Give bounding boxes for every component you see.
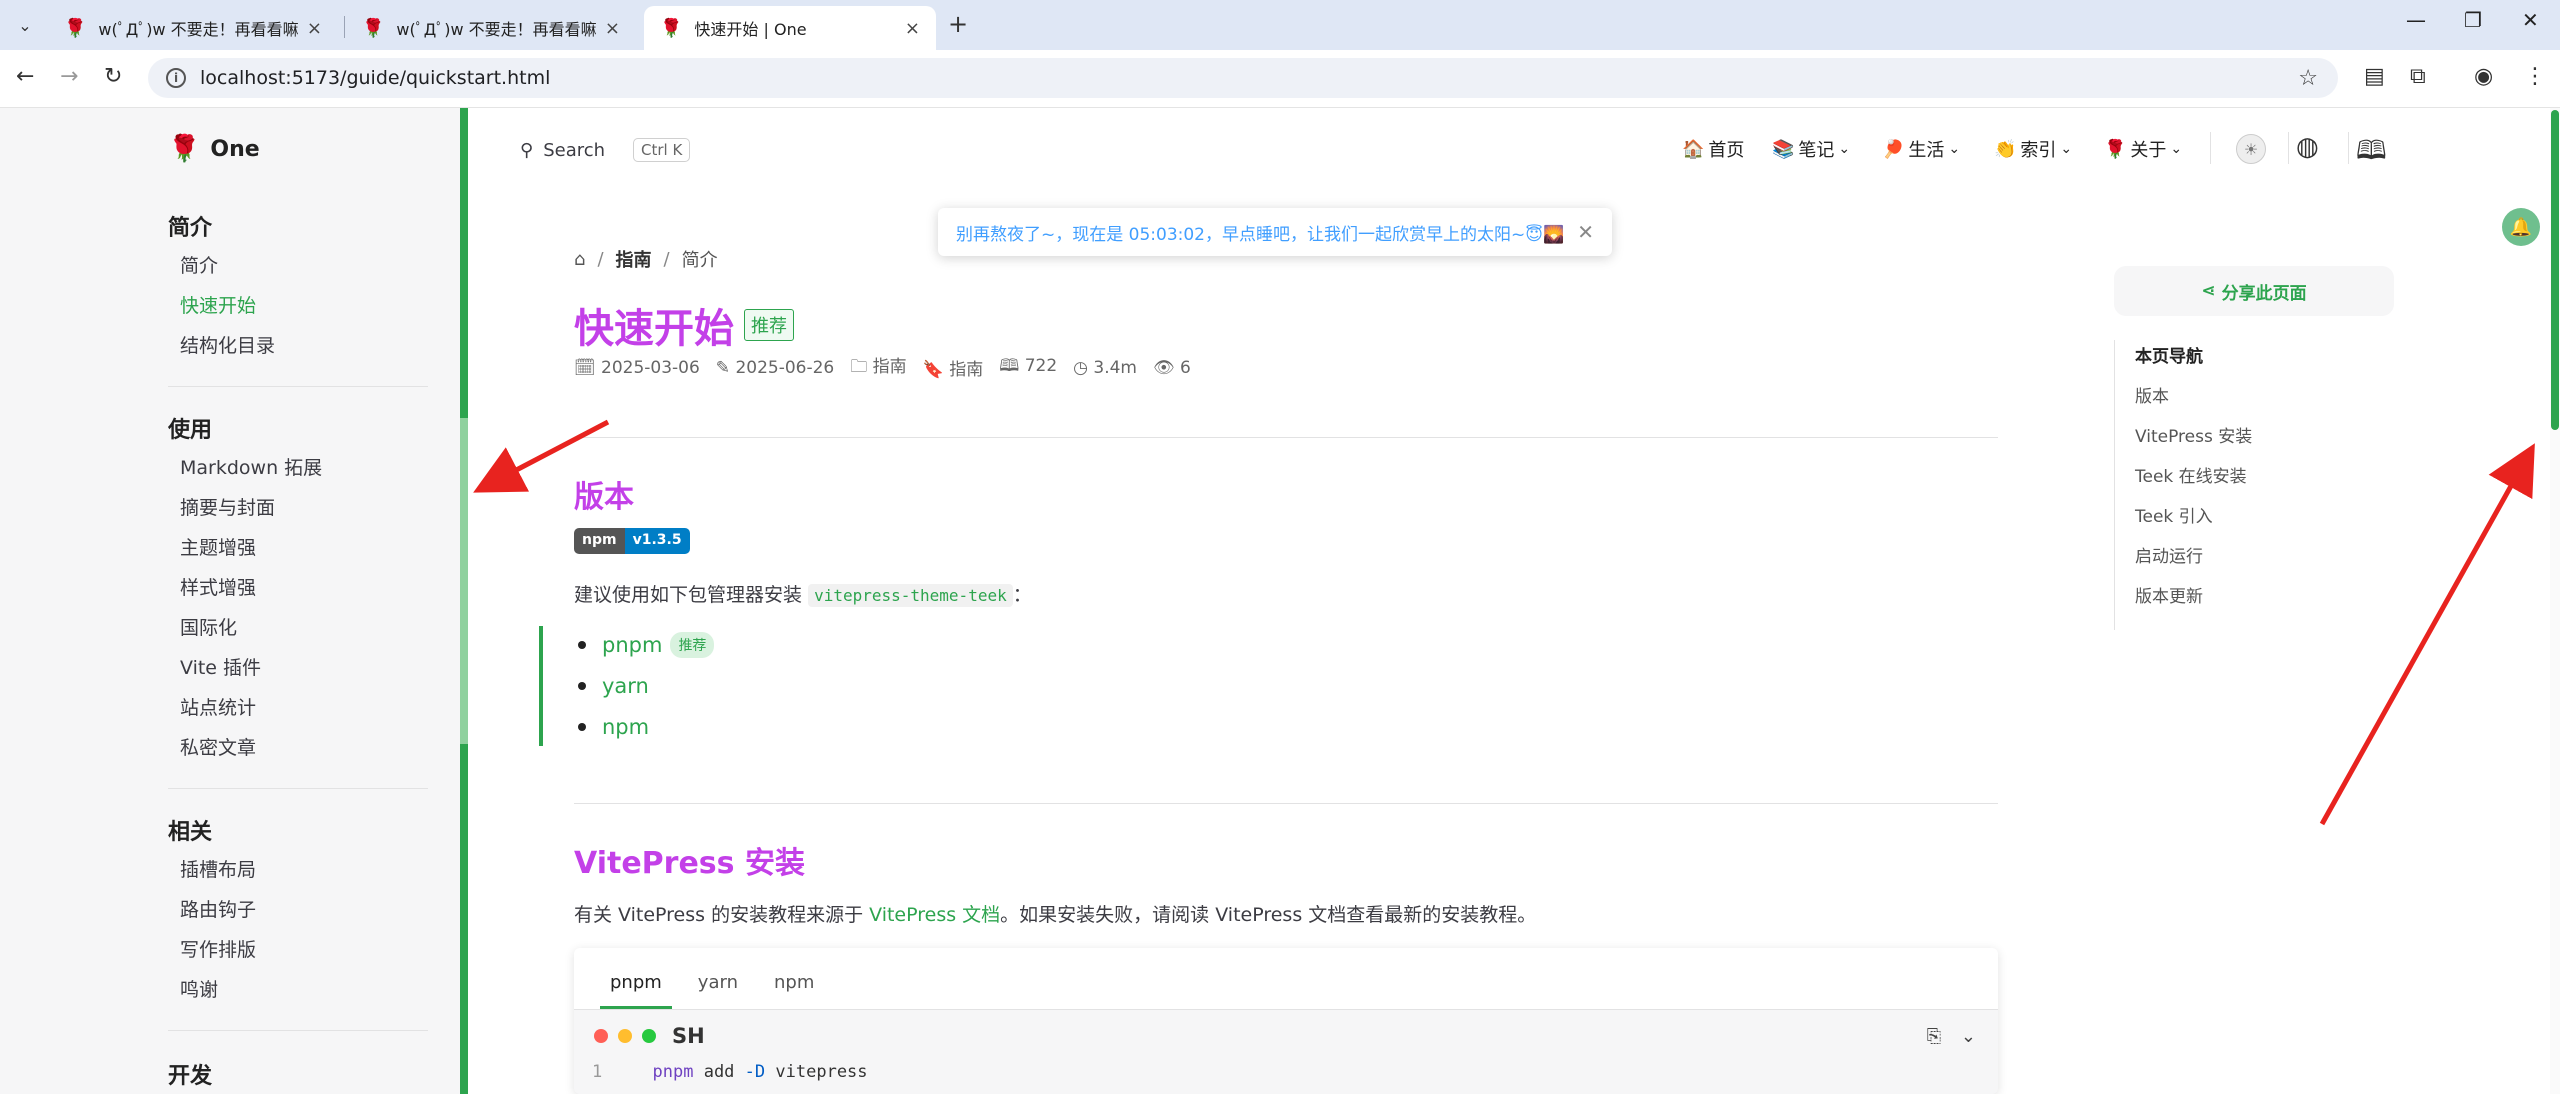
annotation-arrows: [473, 419, 2535, 826]
arrow-right: [2319, 443, 2535, 826]
arrow-left: [473, 419, 610, 493]
